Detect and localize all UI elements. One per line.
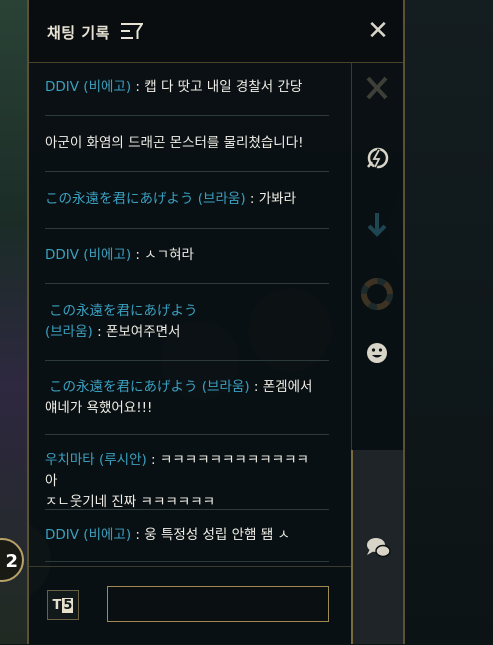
message-sender: この永遠を君にあげよう (브라움) — [45, 191, 246, 207]
message-separator: : — [146, 452, 160, 468]
arrow-down-icon[interactable] — [351, 199, 403, 251]
filter-icon[interactable] — [121, 22, 143, 40]
chat-bubbles-icon[interactable] — [351, 521, 403, 573]
chat-message: この永遠を君にあげよう (브라움) : 폰겜에서 얘네가 욕했어요!!! — [29, 377, 331, 419]
message-text-line2: 얘네가 욕했어요!!! — [45, 400, 153, 416]
message-text: 가봐라 — [258, 191, 296, 207]
game-right-edge — [405, 0, 493, 644]
message-text: 폰겜에서 — [262, 379, 313, 395]
message-separator: : — [249, 379, 263, 395]
champion-level-badge: 2 — [0, 538, 24, 582]
message-separator: : — [245, 191, 259, 207]
message-text: 캡 다 땃고 내일 경찰서 간당 — [144, 79, 303, 95]
chat-message: 우치마타 (루시안) : ㅋㅋㅋㅋㅋㅋㅋㅋㅋㅋㅋㅋ아 ㅈㄴ웃기네 진짜 ㅋㅋㅋㅋ… — [29, 450, 331, 513]
chat-history-title: 채팅 기록 — [47, 24, 110, 42]
message-text: 폰보여주면서 — [105, 324, 181, 340]
message-separator: : — [131, 527, 145, 543]
message-text-line2: ㅈㄴ웃기네 진짜 ㅋㅋㅋㅋㅋㅋ — [45, 494, 216, 510]
message-divider — [45, 509, 329, 510]
chat-message-list: DDIV (비에고) : 캡 다 땃고 내일 경찰서 간당 아군이 화염의 드래… — [29, 63, 352, 563]
chat-message: DDIV (비에고) : 웅 특정성 성립 안햄 됌 ㅅ — [29, 525, 331, 546]
chat-side-toolbar — [351, 63, 403, 644]
message-text: 웅 특정성 성립 안햄 됌 ㅅ — [144, 527, 290, 543]
lifebuoy-icon[interactable] — [351, 268, 403, 320]
chat-history-header: 채팅 기록 ✕ — [29, 0, 403, 63]
system-text: 아군이 화염의 드래곤 몬스터를 물리쳤습니다! — [45, 135, 304, 151]
chat-input-bar: T5 — [29, 566, 351, 645]
chat-input[interactable] — [107, 586, 329, 622]
smiley-emote-icon[interactable] — [351, 327, 403, 379]
lightning-ping-icon[interactable] — [351, 133, 403, 185]
message-divider — [45, 171, 329, 172]
message-sender-line2: (브라움) — [45, 324, 93, 340]
message-text: ㅅㄱ혀라 — [144, 247, 194, 263]
chat-message: DDIV (비에고) : 캡 다 땃고 내일 경찰서 간당 — [29, 77, 331, 98]
message-sender: DDIV (비에고) — [45, 247, 132, 263]
message-divider — [45, 228, 329, 229]
close-button[interactable]: ✕ — [365, 18, 391, 44]
shortcut-label: T — [52, 597, 62, 613]
message-divider — [45, 115, 329, 116]
system-message: 아군이 화염의 드래곤 몬스터를 물리쳤습니다! — [29, 133, 331, 154]
chat-message: この永遠を君にあげよう (브라움) : 가봐라 — [29, 189, 331, 210]
message-separator: : — [92, 324, 106, 340]
message-divider — [45, 360, 329, 361]
chat-message: この永遠を君にあげよう (브라움) : 폰보여주면서 — [29, 301, 331, 343]
chat-history-panel: 채팅 기록 ✕ DDIV (비에고) : 캡 다 땃고 내일 경찰서 간당 아군… — [27, 0, 405, 644]
message-sender: この永遠を君にあげよう (브라움) — [49, 379, 250, 395]
shortcut-button[interactable]: T5 — [47, 590, 79, 620]
message-divider — [45, 283, 329, 284]
message-sender: DDIV (비에고) — [45, 79, 132, 95]
message-separator: : — [131, 247, 145, 263]
message-divider — [45, 434, 329, 435]
message-separator: : — [131, 79, 145, 95]
shortcut-label-boxed: 5 — [62, 597, 74, 613]
close-x-icon[interactable] — [351, 63, 403, 115]
message-sender: DDIV (비에고) — [45, 527, 132, 543]
message-sender: この永遠を君にあげよう — [49, 303, 198, 319]
game-left-edge: 2 — [0, 0, 28, 644]
chat-message: DDIV (비에고) : ㅅㄱ혀라 — [29, 245, 331, 266]
message-sender: 우치마타 (루시안) — [45, 452, 147, 468]
message-divider — [45, 561, 329, 562]
